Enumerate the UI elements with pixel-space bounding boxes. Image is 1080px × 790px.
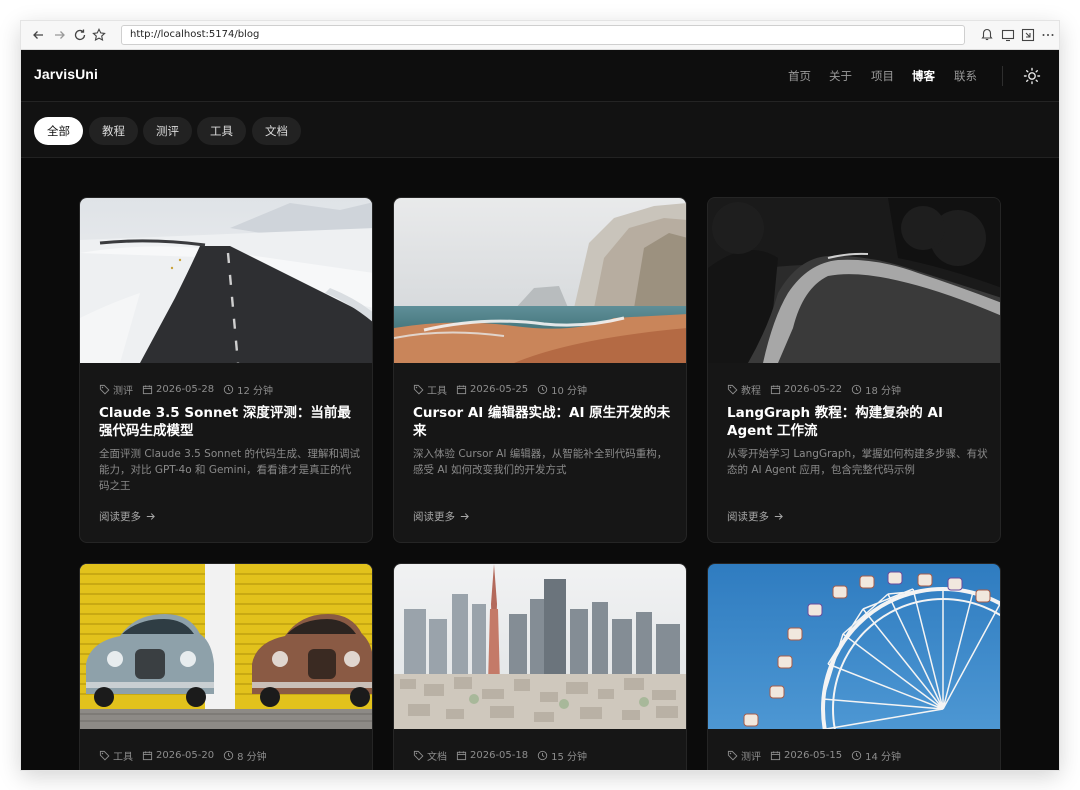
tag-icon xyxy=(413,384,424,394)
clock-icon xyxy=(851,384,862,394)
reload-icon[interactable] xyxy=(72,27,88,43)
post-category[interactable]: 文档 xyxy=(413,748,447,763)
read-more-link[interactable]: 阅读更多 xyxy=(99,509,156,524)
more-options-icon[interactable] xyxy=(1040,27,1056,43)
post-read-time: 10 分钟 xyxy=(537,382,587,397)
filter-chip-tools[interactable]: 工具 xyxy=(197,117,246,145)
arrow-right-icon xyxy=(774,513,783,520)
arrow-right-icon xyxy=(146,513,155,520)
post-title[interactable]: Cursor AI 编辑器实战：AI 原生开发的未来 xyxy=(413,404,675,440)
post-category[interactable]: 测评 xyxy=(727,748,761,763)
tag-icon xyxy=(413,750,424,760)
back-arrow-icon[interactable] xyxy=(30,27,46,43)
clock-icon xyxy=(537,384,548,394)
filter-chip-all[interactable]: 全部 xyxy=(34,117,83,145)
favorite-star-icon[interactable] xyxy=(91,27,107,43)
post-excerpt: 全面评测 Claude 3.5 Sonnet 的代码生成、理解和调试能力，对比 … xyxy=(99,448,360,492)
clock-icon xyxy=(223,384,234,394)
post-cover-city-skyline-image xyxy=(394,564,686,729)
post-card[interactable]: 教程 2026-05-22 18 分钟 LangGraph 教程：构建复杂的 A… xyxy=(707,197,1001,543)
calendar-icon xyxy=(770,750,781,760)
post-excerpt: 从零开始学习 LangGraph，掌握如何构建多步骤、有状态的 AI Agent… xyxy=(727,448,988,476)
browser-window: http://localhost:5174/blog JarvisUni 首页 … xyxy=(21,21,1059,770)
post-date: 2026-05-15 xyxy=(770,750,842,761)
post-cover-coastal-cliff-image xyxy=(394,198,686,363)
filter-chip-docs[interactable]: 文档 xyxy=(252,117,301,145)
post-title[interactable]: Claude 3.5 Sonnet 深度评测：当前最强代码生成模型 xyxy=(99,404,361,440)
post-card[interactable]: 文档 2026-05-18 15 分钟 xyxy=(393,563,687,770)
calendar-icon xyxy=(142,384,153,394)
post-date: 2026-05-18 xyxy=(456,750,528,761)
post-date: 2026-05-28 xyxy=(142,384,214,395)
post-excerpt: 深入体验 Cursor AI 编辑器，从智能补全到代码重构，感受 AI 如何改变… xyxy=(413,448,668,476)
nav-item-contact[interactable]: 联系 xyxy=(954,68,977,84)
post-date: 2026-05-25 xyxy=(456,384,528,395)
post-category[interactable]: 工具 xyxy=(99,748,133,763)
post-card[interactable]: 工具 2026-05-25 10 分钟 Cursor AI 编辑器实战：AI 原… xyxy=(393,197,687,543)
post-read-time: 8 分钟 xyxy=(223,748,267,763)
site-logo[interactable]: JarvisUni xyxy=(34,66,98,82)
post-title[interactable]: LangGraph 教程：构建复杂的 AI Agent 工作流 xyxy=(727,404,989,440)
post-category[interactable]: 工具 xyxy=(413,382,447,397)
clock-icon xyxy=(223,750,234,760)
post-card[interactable]: 测评 2026-05-28 12 分钟 Claude 3.5 Sonnet 深度… xyxy=(79,197,373,543)
nav-divider xyxy=(1002,66,1003,86)
post-meta: 文档 2026-05-18 15 分钟 xyxy=(413,748,596,763)
post-meta: 工具 2026-05-20 8 分钟 xyxy=(99,748,276,763)
blog-post-grid: 测评 2026-05-28 12 分钟 Claude 3.5 Sonnet 深度… xyxy=(21,158,1059,770)
clock-icon xyxy=(851,750,862,760)
post-meta: 测评 2026-05-28 12 分钟 xyxy=(99,382,282,397)
category-filter-bar: 全部 教程 测评 工具 文档 xyxy=(21,102,1059,158)
post-date: 2026-05-20 xyxy=(142,750,214,761)
tag-icon xyxy=(99,750,110,760)
tag-icon xyxy=(99,384,110,394)
post-category[interactable]: 教程 xyxy=(727,382,761,397)
post-date: 2026-05-22 xyxy=(770,384,842,395)
post-read-time: 14 分钟 xyxy=(851,748,901,763)
calendar-icon xyxy=(142,750,153,760)
read-more-link[interactable]: 阅读更多 xyxy=(413,509,470,524)
nav-item-projects[interactable]: 项目 xyxy=(871,68,894,84)
post-cover-forest-path-image xyxy=(708,198,1000,363)
calendar-icon xyxy=(770,384,781,394)
nav-item-about[interactable]: 关于 xyxy=(829,68,852,84)
post-cover-snow-road-image xyxy=(80,198,372,363)
post-read-time: 15 分钟 xyxy=(537,748,587,763)
arrow-right-icon xyxy=(460,513,469,520)
post-cover-ferris-wheel-image xyxy=(708,564,1000,729)
filter-chip-tutorial[interactable]: 教程 xyxy=(89,117,138,145)
post-read-time: 12 分钟 xyxy=(223,382,273,397)
post-meta: 教程 2026-05-22 18 分钟 xyxy=(727,382,910,397)
calendar-icon xyxy=(456,750,467,760)
post-read-time: 18 分钟 xyxy=(851,382,901,397)
nav-item-blog[interactable]: 博客 xyxy=(912,68,935,84)
post-card[interactable]: 测评 2026-05-15 14 分钟 xyxy=(707,563,1001,770)
browser-toolbar: http://localhost:5174/blog xyxy=(21,21,1059,50)
post-meta: 测评 2026-05-15 14 分钟 xyxy=(727,748,910,763)
filter-chip-review[interactable]: 测评 xyxy=(143,117,192,145)
read-aloud-icon[interactable] xyxy=(979,27,995,43)
post-category[interactable]: 测评 xyxy=(99,382,133,397)
calendar-icon xyxy=(456,384,467,394)
address-bar[interactable]: http://localhost:5174/blog xyxy=(121,25,965,45)
post-meta: 工具 2026-05-25 10 分钟 xyxy=(413,382,596,397)
site-header: JarvisUni 首页 关于 项目 博客 联系 xyxy=(21,50,1059,102)
post-cover-vintage-cars-image xyxy=(80,564,372,729)
tag-icon xyxy=(727,750,738,760)
screenshot-icon[interactable] xyxy=(1020,27,1036,43)
forward-arrow-icon[interactable] xyxy=(52,27,68,43)
post-card[interactable]: 工具 2026-05-20 8 分钟 xyxy=(79,563,373,770)
nav-item-home[interactable]: 首页 xyxy=(788,68,811,84)
clock-icon xyxy=(537,750,548,760)
cast-screen-icon[interactable] xyxy=(1000,27,1016,43)
read-more-link[interactable]: 阅读更多 xyxy=(727,509,784,524)
tag-icon xyxy=(727,384,738,394)
theme-toggle-sun-icon[interactable] xyxy=(1022,66,1042,86)
